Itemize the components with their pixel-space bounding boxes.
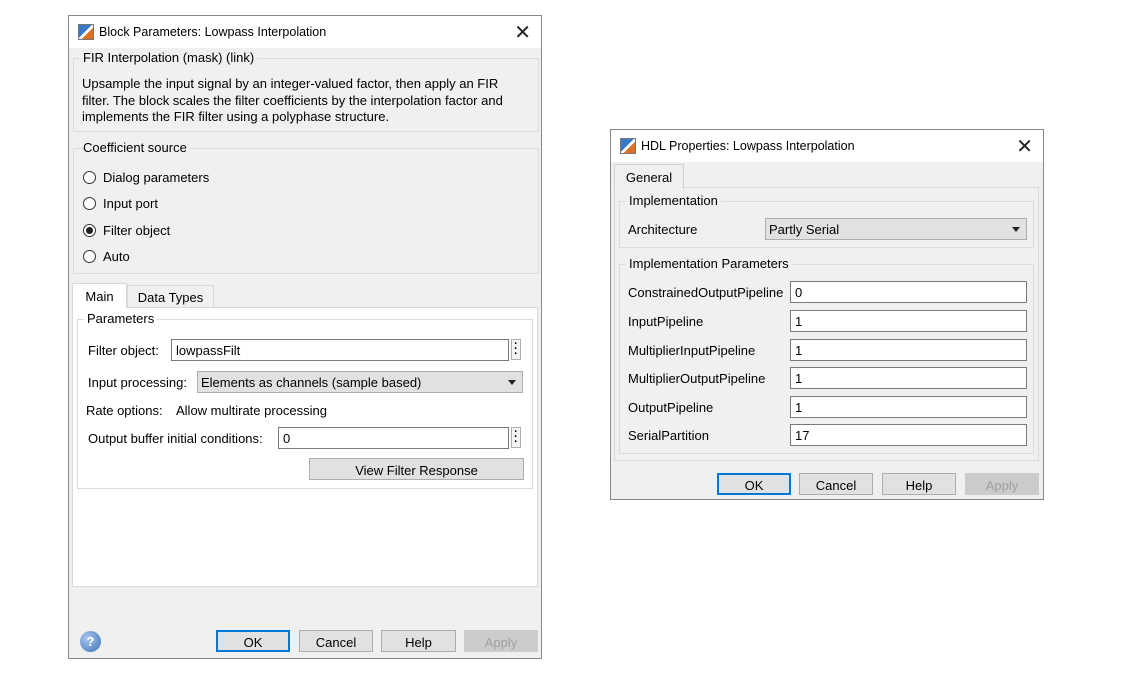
- multiplier-output-pipeline-input[interactable]: 1: [790, 367, 1027, 389]
- input-pipeline-input[interactable]: 1: [790, 310, 1027, 332]
- multiplier-input-pipeline-input[interactable]: 1: [790, 339, 1027, 361]
- radio-circle[interactable]: [83, 197, 96, 210]
- output-buffer-input[interactable]: 0: [278, 427, 509, 449]
- apply-button[interactable]: Apply: [965, 473, 1039, 495]
- radio-circle-selected[interactable]: [83, 224, 96, 237]
- cancel-button[interactable]: Cancel: [799, 473, 873, 495]
- radio-circle[interactable]: [83, 250, 96, 263]
- selected-value: Elements as channels (sample based): [201, 375, 422, 390]
- help-icon[interactable]: ?: [80, 631, 101, 652]
- coefficient-source-group: Coefficient source Dialog parameters Inp…: [73, 140, 539, 274]
- help-button[interactable]: Help: [381, 630, 456, 652]
- ok-button[interactable]: OK: [717, 473, 791, 495]
- architecture-label: Architecture: [628, 222, 698, 237]
- tab-panel-main: Parameters Filter object: lowpassFilt · ·…: [72, 307, 538, 587]
- title-bar: HDL Properties: Lowpass Interpolation ✕: [611, 130, 1043, 162]
- description-text: Upsample the input signal by an integer-…: [82, 76, 503, 126]
- more-options-icon[interactable]: · · ·: [511, 427, 521, 448]
- param-label: ConstrainedOutputPipeline: [628, 285, 784, 300]
- input-processing-select[interactable]: Elements as channels (sample based): [197, 371, 523, 393]
- filter-object-input[interactable]: lowpassFilt: [171, 339, 509, 361]
- param-label: SerialPartition: [628, 428, 709, 443]
- output-pipeline-input[interactable]: 1: [790, 396, 1027, 418]
- tab-general[interactable]: General: [614, 164, 684, 189]
- input-processing-label: Input processing:: [88, 375, 188, 390]
- param-label: InputPipeline: [628, 314, 704, 329]
- mask-description-group: FIR Interpolation (mask) (link) Upsample…: [73, 50, 539, 132]
- apply-button[interactable]: Apply: [464, 630, 538, 652]
- output-buffer-label: Output buffer initial conditions:: [88, 431, 263, 446]
- architecture-select[interactable]: Partly Serial: [765, 218, 1027, 240]
- description-line: implements the FIR filter using a polyph…: [82, 109, 390, 124]
- group-label: Implementation: [626, 193, 721, 208]
- description-line: filter. The block scales the filter coef…: [82, 92, 503, 108]
- rate-options-value: Allow multirate processing: [176, 403, 328, 418]
- close-icon[interactable]: ✕: [1016, 134, 1033, 159]
- radio-input-port[interactable]: Input port: [83, 196, 158, 211]
- radio-label: Dialog parameters: [103, 170, 210, 185]
- group-label: Coefficient source: [80, 140, 190, 155]
- radio-label: Filter object: [103, 223, 171, 238]
- help-button[interactable]: Help: [882, 473, 956, 495]
- tab-main[interactable]: Main: [72, 283, 127, 308]
- title-bar: Block Parameters: Lowpass Interpolation …: [69, 16, 541, 48]
- group-label: FIR Interpolation (mask) (link): [80, 50, 258, 65]
- description-line: Upsample the input signal by an integer-…: [82, 76, 499, 91]
- selected-value: Partly Serial: [769, 222, 840, 237]
- close-icon[interactable]: ✕: [514, 20, 531, 45]
- view-filter-response-button[interactable]: View Filter Response: [309, 458, 524, 480]
- filter-object-label: Filter object:: [88, 343, 159, 358]
- group-label: Parameters: [84, 311, 158, 326]
- param-label: OutputPipeline: [628, 400, 714, 415]
- serial-partition-input[interactable]: 17: [790, 424, 1027, 446]
- radio-filter-object[interactable]: Filter object: [83, 223, 170, 238]
- tab-panel-general: Implementation Architecture Partly Seria…: [614, 187, 1039, 461]
- more-options-icon[interactable]: · · ·: [511, 339, 521, 360]
- radio-label: Input port: [103, 196, 158, 211]
- block-parameters-dialog: Block Parameters: Lowpass Interpolation …: [68, 15, 542, 659]
- group-label: Implementation Parameters: [626, 256, 792, 271]
- param-label: MultiplierOutputPipeline: [628, 371, 766, 386]
- radio-label: Auto: [103, 249, 130, 264]
- tab-data-types[interactable]: Data Types: [127, 285, 214, 307]
- rate-options-label: Rate options:: [86, 403, 163, 418]
- radio-dialog-parameters[interactable]: Dialog parameters: [83, 170, 209, 185]
- cancel-button[interactable]: Cancel: [299, 630, 373, 652]
- constrained-output-pipeline-input[interactable]: 0: [790, 281, 1027, 303]
- simulink-app-icon: [78, 24, 94, 40]
- dialog-title: Block Parameters: Lowpass Interpolation: [99, 25, 327, 39]
- simulink-app-icon: [620, 138, 636, 154]
- param-label: MultiplierInputPipeline: [628, 343, 756, 358]
- hdl-properties-dialog: HDL Properties: Lowpass Interpolation ✕ …: [610, 129, 1044, 500]
- ok-button[interactable]: OK: [216, 630, 290, 652]
- chevron-down-icon: [508, 380, 516, 385]
- chevron-down-icon: [1012, 227, 1020, 232]
- radio-auto[interactable]: Auto: [83, 249, 130, 264]
- dialog-title: HDL Properties: Lowpass Interpolation: [641, 139, 855, 153]
- radio-circle[interactable]: [83, 171, 96, 184]
